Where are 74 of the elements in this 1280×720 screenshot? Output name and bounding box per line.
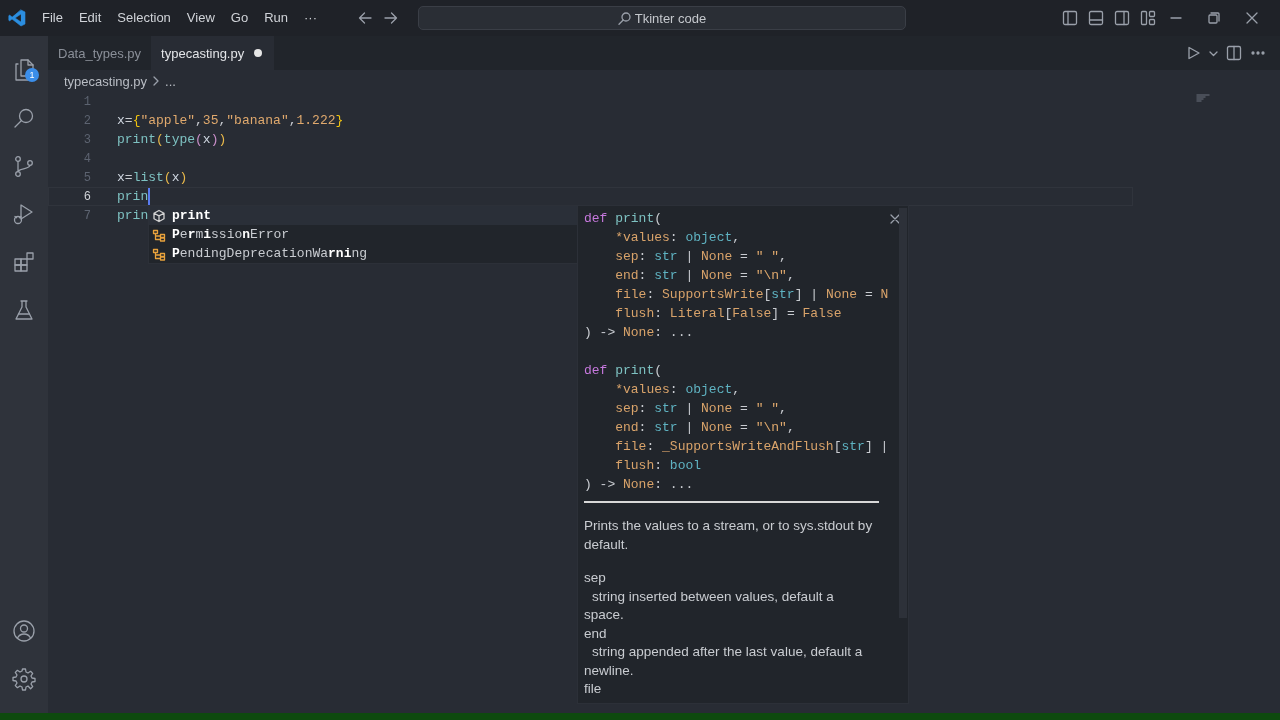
code-line: flush: bool bbox=[614, 457, 703, 475]
menu-item[interactable]: Edit bbox=[70, 7, 110, 29]
unsaved-dot-icon bbox=[254, 49, 263, 57]
breadcrumb[interactable]: typecasting.py bbox=[64, 73, 148, 89]
breadcrumb[interactable]: ... bbox=[165, 73, 176, 89]
code-line: *values: object, bbox=[614, 381, 742, 399]
more-menu[interactable]: ··· bbox=[296, 7, 325, 29]
forward-arrow-icon[interactable] bbox=[384, 11, 398, 25]
suggestion-item[interactable]: PendingDeprecationWarning bbox=[149, 244, 579, 263]
source-control-icon[interactable] bbox=[12, 154, 36, 178]
line-number: 1 bbox=[82, 94, 91, 109]
line-number: 5 bbox=[82, 170, 91, 185]
editor-tab[interactable]: Data_types.py bbox=[48, 36, 152, 70]
split-editor-icon[interactable] bbox=[1226, 45, 1242, 61]
menu-item[interactable]: Selection bbox=[109, 7, 179, 29]
code-line: def print( bbox=[584, 210, 664, 228]
minimap-drawing bbox=[1196, 94, 1210, 102]
code-line: flush: Literal[False] = False bbox=[614, 305, 843, 323]
parameter-name: sep bbox=[584, 569, 607, 587]
chevron-icon bbox=[152, 76, 161, 86]
suggestion-item[interactable]: PermissionError bbox=[149, 225, 579, 244]
files-icon[interactable] bbox=[12, 58, 36, 82]
parameter-name: end bbox=[584, 624, 608, 643]
parameter-description: string inserted between values, default a space. bbox=[584, 587, 835, 624]
notification-badge: 1 bbox=[25, 68, 39, 82]
command-center[interactable]: Tkinter code bbox=[418, 6, 906, 30]
code-line: prin bbox=[117, 189, 149, 204]
line-number: 6 bbox=[82, 189, 91, 204]
line-number: 3 bbox=[82, 132, 91, 147]
suggestion-item[interactable]: print bbox=[149, 206, 579, 225]
close-icon[interactable] bbox=[1246, 12, 1258, 24]
menu-item[interactable]: Run bbox=[256, 7, 296, 29]
code-line: sep: str | None = " ", bbox=[614, 248, 788, 266]
code-line: x=list(x) bbox=[117, 170, 188, 185]
restore-icon[interactable] bbox=[1208, 12, 1220, 24]
run-icon[interactable] bbox=[1187, 46, 1201, 60]
settings-icon[interactable] bbox=[12, 667, 36, 691]
parameter-name: file bbox=[584, 680, 603, 698]
menu-item[interactable]: View bbox=[178, 7, 223, 29]
panel-layout-icon[interactable] bbox=[1088, 10, 1104, 26]
code-line: print(type(x)) bbox=[117, 132, 227, 147]
cube-icon bbox=[152, 208, 166, 223]
sidebar-layout-icon[interactable] bbox=[1062, 10, 1078, 26]
line-number: 7 bbox=[82, 208, 91, 223]
class-icon bbox=[152, 246, 166, 261]
close-icon[interactable] bbox=[890, 214, 900, 224]
code-line: *values: object, bbox=[614, 229, 742, 247]
code-line: end: str | None = "\n", bbox=[614, 419, 796, 437]
search-icon[interactable] bbox=[12, 106, 36, 130]
menu-item[interactable]: Go bbox=[222, 7, 257, 29]
line-number: 4 bbox=[82, 151, 91, 166]
code-line: prin bbox=[117, 208, 149, 223]
code-line: x={"apple",35,"banana",1.222} bbox=[117, 113, 344, 128]
secondary-sidebar-icon[interactable] bbox=[1114, 10, 1130, 26]
code-line: ) -> None: ... bbox=[584, 476, 695, 494]
code-line: ) -> None: ... bbox=[584, 324, 695, 342]
line-number: 2 bbox=[82, 113, 91, 128]
app-logo-icon bbox=[8, 9, 26, 27]
back-arrow-icon[interactable] bbox=[358, 11, 372, 25]
code-line: def print( bbox=[584, 362, 664, 380]
doc-text: Prints the values to a stream, or to sys.stdout by default. bbox=[584, 517, 874, 554]
editor-tab[interactable]: typecasting.py bbox=[151, 36, 275, 70]
customize-layout-icon[interactable] bbox=[1140, 10, 1156, 26]
scrollbar[interactable] bbox=[899, 208, 907, 618]
parameter-description: string appended after the last value, default a newline. bbox=[584, 643, 864, 680]
extensions-icon[interactable] bbox=[12, 250, 36, 274]
class-icon bbox=[152, 227, 166, 242]
code-line: file: SupportsWrite[str] | None = N bbox=[614, 286, 890, 304]
code-line: end: str | None = "\n", bbox=[614, 267, 796, 285]
code-line: file: _SupportsWriteAndFlush[str] | bbox=[614, 438, 890, 456]
menu-item[interactable]: File bbox=[34, 7, 71, 29]
code-line: sep: str | None = " ", bbox=[614, 400, 788, 418]
account-icon[interactable] bbox=[12, 619, 36, 643]
search-icon bbox=[617, 11, 631, 25]
